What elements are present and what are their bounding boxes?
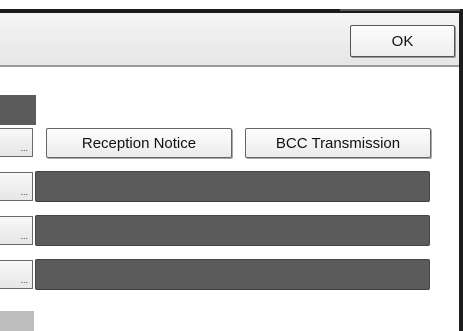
ellipsis-icon: ... (20, 143, 28, 153)
window-right-border (459, 13, 463, 331)
row-2-more-button[interactable]: ... (0, 172, 33, 201)
row-3-field (35, 215, 430, 246)
section-bar (0, 95, 36, 125)
row-1-more-button[interactable]: ... (0, 128, 33, 157)
ellipsis-icon: ... (20, 187, 28, 197)
ellipsis-icon: ... (20, 231, 28, 241)
reception-notice-button[interactable]: Reception Notice (46, 128, 232, 158)
row-3-more-button[interactable]: ... (0, 216, 33, 245)
row-4-field (35, 259, 430, 290)
bottom-partial-button[interactable] (0, 311, 34, 331)
window-top-highlight (340, 9, 460, 11)
row-2-field (35, 171, 430, 202)
row-4-more-button[interactable]: ... (0, 260, 33, 289)
bcc-transmission-button[interactable]: BCC Transmission (245, 128, 431, 158)
ok-button[interactable]: OK (350, 25, 455, 57)
ellipsis-icon: ... (20, 275, 28, 285)
